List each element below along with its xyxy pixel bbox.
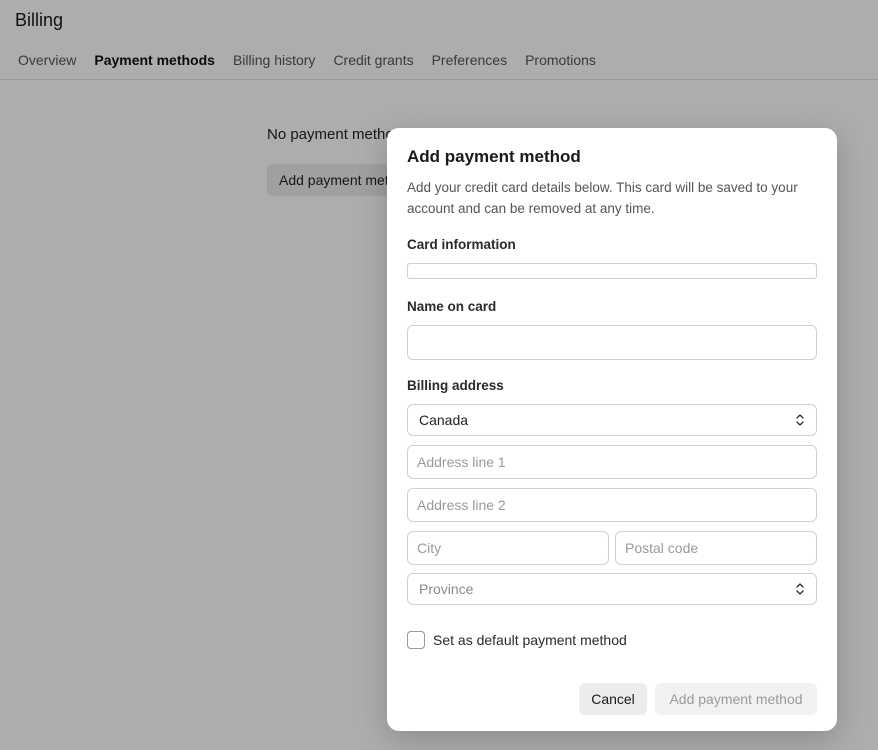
chevron-up-down-icon (796, 583, 804, 595)
address-line-2-input[interactable] (407, 488, 817, 522)
name-on-card-input[interactable] (407, 325, 817, 360)
billing-address-label: Billing address (407, 378, 504, 393)
address-line-1-input[interactable] (407, 445, 817, 479)
country-value: Canada (419, 412, 469, 428)
dialog-description: Add your credit card details below. This… (407, 180, 798, 216)
card-information-field[interactable] (407, 263, 817, 279)
name-on-card-label: Name on card (407, 299, 497, 314)
default-payment-row: Set as default payment method (407, 631, 627, 649)
postal-code-input[interactable] (615, 531, 817, 565)
cancel-button[interactable]: Cancel (579, 683, 647, 715)
country-select[interactable]: Canada (407, 404, 817, 436)
default-payment-label: Set as default payment method (433, 632, 627, 648)
default-payment-checkbox[interactable] (407, 631, 425, 649)
chevron-up-down-icon (796, 414, 804, 426)
dialog-title: Add payment method (407, 147, 581, 166)
province-select[interactable]: Province (407, 573, 817, 605)
submit-payment-method-button[interactable]: Add payment method (655, 683, 817, 715)
city-input[interactable] (407, 531, 609, 565)
card-information-label: Card information (407, 237, 516, 252)
province-value: Province (419, 581, 474, 597)
add-payment-method-dialog: Add payment method Add your credit card … (387, 128, 837, 731)
